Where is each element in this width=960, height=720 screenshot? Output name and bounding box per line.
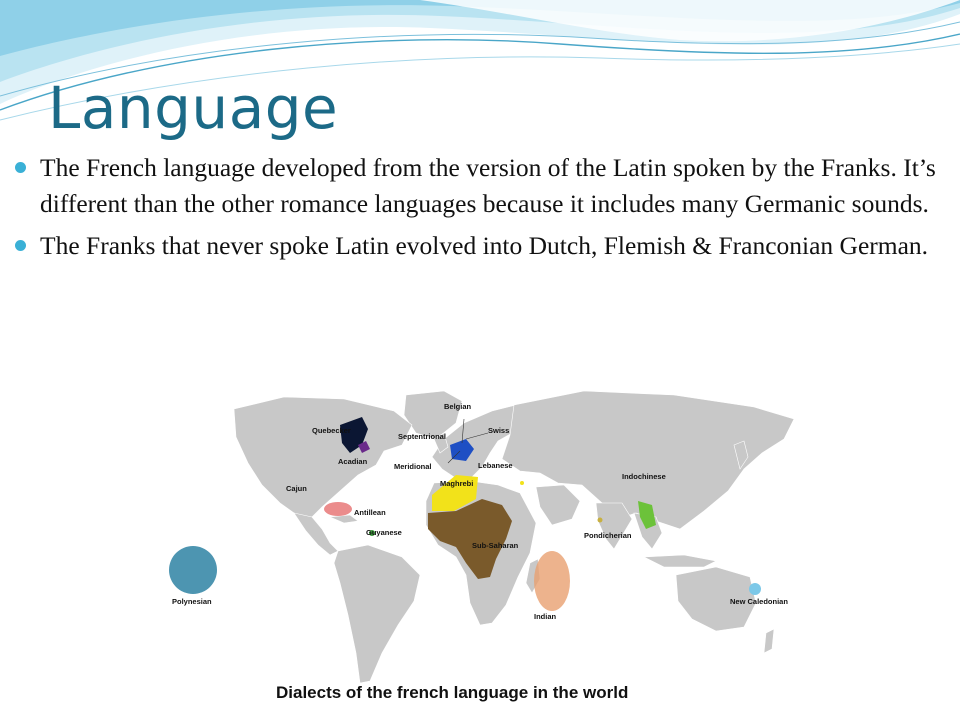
bullet-item-french-origin: The French language developed from the v…	[10, 150, 945, 222]
label-polynesian: Polynesian	[172, 597, 212, 606]
bullet-item-franks-languages: The Franks that never spoke Latin evolve…	[10, 228, 945, 264]
new-caledonia-region	[749, 583, 761, 595]
label-cajun: Cajun	[286, 484, 307, 493]
label-acadian: Acadian	[338, 457, 368, 466]
bullet-list: The French language developed from the v…	[10, 150, 945, 270]
lebanon-region	[520, 481, 524, 485]
antillean-region	[324, 502, 352, 516]
bullet-text: The Franks that never spoke Latin evolve…	[40, 231, 929, 260]
bullet-text: The French language developed from the v…	[40, 153, 936, 218]
bullet-dot-icon	[15, 162, 26, 173]
label-new-caledonian: New Caledonian	[730, 597, 788, 606]
label-meridional: Meridional	[394, 462, 432, 471]
french-dialects-world-map: Belgian Quebecker Septentrional Swiss Ac…	[144, 353, 803, 720]
label-pondicherian: Pondicherian	[584, 531, 632, 540]
label-septentrional: Septentrional	[398, 432, 446, 441]
label-antillean: Antillean	[354, 508, 386, 517]
label-belgian: Belgian	[444, 402, 472, 411]
slide-title: Language	[48, 74, 339, 142]
label-sub-saharan: Sub-Saharan	[472, 541, 519, 550]
label-swiss: Swiss	[488, 426, 509, 435]
bullet-dot-icon	[15, 240, 26, 251]
pondicherry-region	[597, 517, 603, 523]
label-quebecker: Quebecker	[312, 426, 351, 435]
world-map-graphic: Belgian Quebecker Septentrional Swiss Ac…	[169, 390, 795, 702]
label-indian: Indian	[534, 612, 557, 621]
indian-ocean-region	[534, 551, 570, 611]
label-maghrebi: Maghrebi	[440, 479, 473, 488]
label-guyanese: Guyanese	[366, 528, 402, 537]
polynesia-region	[169, 546, 217, 594]
label-indochinese: Indochinese	[622, 472, 666, 481]
map-caption: Dialects of the french language in the w…	[276, 683, 628, 702]
label-lebanese: Lebanese	[478, 461, 513, 470]
